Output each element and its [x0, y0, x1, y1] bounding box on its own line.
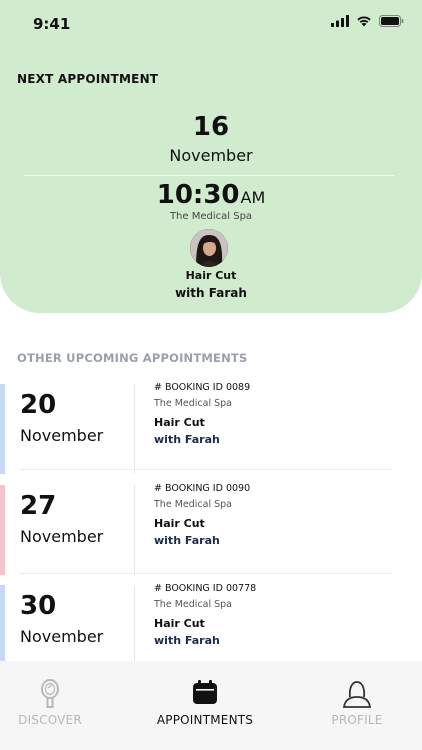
appointment-place: The Medical Spa	[154, 599, 232, 610]
booking-id: # BOOKING ID 00778	[154, 583, 257, 594]
appointment-stylist: with Farah	[154, 433, 220, 446]
next-appointment-time-row: 10:30AM	[0, 180, 422, 210]
cellular-signal-icon	[331, 15, 349, 27]
next-appointment-heading: NEXT APPOINTMENT	[17, 72, 159, 86]
tab-appointments-label: APPOINTMENTS	[156, 713, 254, 727]
appointment-service: Hair Cut	[154, 617, 205, 630]
appointment-day: 30	[20, 591, 57, 621]
appointment-day: 20	[20, 390, 57, 420]
appointment-day: 27	[20, 491, 57, 521]
divider	[20, 573, 392, 574]
status-icons	[331, 15, 404, 27]
calendar-icon	[192, 679, 218, 709]
next-appointment-month: November	[169, 146, 253, 165]
tab-discover[interactable]: DISCOVER	[0, 661, 100, 750]
divider	[134, 485, 135, 575]
next-appointment-stylist: with Farah	[175, 286, 247, 300]
mirror-icon	[39, 679, 61, 713]
profile-icon	[342, 679, 372, 713]
appointment-service: Hair Cut	[154, 517, 205, 530]
tab-profile[interactable]: PROFILE	[312, 661, 402, 750]
stylist-avatar	[190, 229, 228, 267]
appointment-accent-bar	[0, 384, 5, 474]
appointment-item[interactable]: 27 November # BOOKING ID 0090 The Medica…	[0, 483, 422, 575]
booking-id: # BOOKING ID 0089	[154, 382, 251, 393]
appointment-month: November	[20, 426, 104, 445]
battery-icon	[379, 15, 404, 27]
divider	[134, 384, 135, 474]
tab-discover-label: DISCOVER	[18, 713, 82, 727]
appointment-stylist: with Farah	[154, 534, 220, 547]
appointment-place: The Medical Spa	[154, 398, 232, 409]
appointment-month: November	[20, 627, 104, 646]
status-bar: 9:41	[0, 0, 422, 46]
upcoming-appointments-heading: OTHER UPCOMING APPOINTMENTS	[17, 351, 248, 365]
next-appointment-service: Hair Cut	[185, 269, 237, 282]
appointment-month: November	[20, 527, 104, 546]
status-time: 9:41	[33, 15, 71, 33]
next-appointment-place: The Medical Spa	[169, 211, 253, 222]
booking-id: # BOOKING ID 0090	[154, 483, 251, 494]
divider	[24, 175, 394, 176]
tab-bar: DISCOVER APPOINTMENTS PROFILE	[0, 661, 422, 750]
next-appointment-time: 10:30	[156, 180, 240, 210]
appointment-place: The Medical Spa	[154, 499, 232, 510]
next-appointment-card[interactable]: NEXT APPOINTMENT 16 November 10:30AM The…	[0, 0, 422, 313]
tab-appointments[interactable]: APPOINTMENTS	[139, 661, 271, 750]
next-appointment-ampm: AM	[240, 188, 266, 207]
appointment-service: Hair Cut	[154, 416, 205, 429]
tab-profile-label: PROFILE	[331, 713, 383, 727]
appointment-item[interactable]: 20 November # BOOKING ID 0089 The Medica…	[0, 382, 422, 474]
appointment-stylist: with Farah	[154, 634, 220, 647]
divider	[20, 469, 392, 470]
next-appointment-day: 16	[192, 112, 230, 142]
wifi-icon	[357, 16, 371, 27]
appointment-accent-bar	[0, 485, 5, 575]
